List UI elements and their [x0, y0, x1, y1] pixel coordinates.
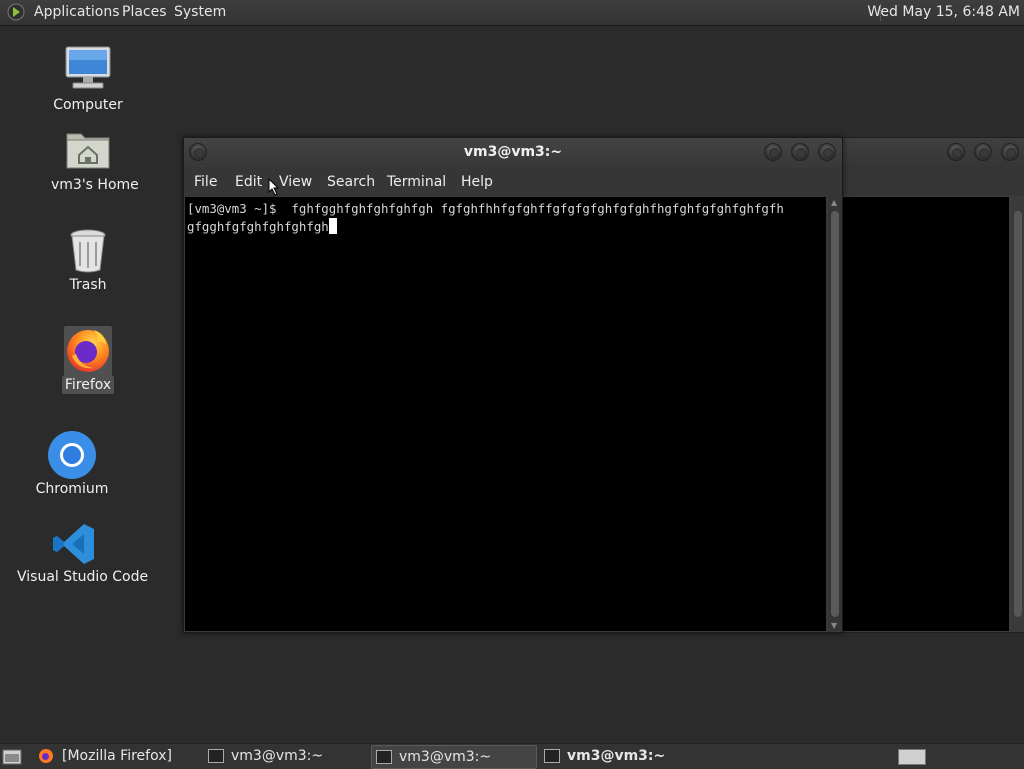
- desktop-icon-label: vm3's Home: [51, 177, 139, 193]
- desktop-icon-computer[interactable]: Computer: [48, 44, 128, 116]
- window-titlebar[interactable]: vm3@vm3:~: [184, 138, 842, 166]
- menu-help[interactable]: Help: [461, 174, 493, 190]
- scrollbar[interactable]: [1011, 197, 1024, 631]
- terminal-window[interactable]: vm3@vm3:~ File Edit View Search Terminal…: [183, 137, 843, 633]
- scrollbar[interactable]: ▲ ▼: [828, 197, 842, 631]
- task-label: vm3@vm3:~: [567, 748, 666, 764]
- desktop-icon-label: Computer: [53, 97, 123, 113]
- menu-view[interactable]: View: [279, 174, 312, 190]
- taskbar: [Mozilla Firefox] vm3@vm3:~ vm3@vm3:~ vm…: [0, 743, 1024, 769]
- window-menubar: [839, 166, 1024, 196]
- firefox-icon: [38, 748, 54, 768]
- vscode-icon: [52, 522, 96, 570]
- terminal-icon: [208, 749, 224, 763]
- terminal-output[interactable]: [vm3@vm3 ~]$ fghfgghfghfghfghfgh fgfghfh…: [185, 197, 826, 631]
- task-label: [Mozilla Firefox]: [62, 748, 172, 764]
- terminal-icon: [544, 749, 560, 763]
- window-titlebar[interactable]: [839, 138, 1024, 166]
- terminal-icon: [376, 750, 392, 764]
- desktop-icon-label: Trash: [69, 277, 107, 293]
- show-desktop-icon: [2, 749, 22, 765]
- desktop-icon-label: Firefox: [61, 376, 115, 394]
- desktop-icon-label: Chromium: [35, 481, 109, 497]
- task-terminal-2[interactable]: vm3@vm3:~: [371, 745, 537, 769]
- minimize-button[interactable]: [764, 143, 782, 161]
- show-desktop-button[interactable]: [2, 745, 24, 767]
- distro-logo-icon[interactable]: [7, 3, 25, 21]
- menu-places[interactable]: Places: [122, 4, 167, 20]
- terminal-line: [vm3@vm3 ~]$ fghfgghfghfghfghfgh fgfghfh…: [187, 201, 784, 216]
- task-label: vm3@vm3:~: [231, 748, 324, 764]
- task-label: vm3@vm3:~: [399, 749, 492, 765]
- desktop-icon-chromium[interactable]: Chromium: [32, 430, 112, 500]
- maximize-button[interactable]: [791, 143, 809, 161]
- scrollbar-thumb[interactable]: [1014, 211, 1022, 617]
- minimize-button[interactable]: [947, 143, 965, 161]
- menu-search[interactable]: Search: [327, 174, 375, 190]
- menu-edit[interactable]: Edit: [235, 174, 262, 190]
- scroll-up-arrow-icon[interactable]: ▲: [831, 198, 837, 207]
- menu-terminal[interactable]: Terminal: [387, 174, 446, 190]
- desktop-icon-trash[interactable]: Trash: [48, 228, 128, 296]
- task-firefox[interactable]: [Mozilla Firefox]: [36, 745, 194, 767]
- terminal-output[interactable]: [841, 197, 1009, 631]
- chromium-icon: [47, 430, 97, 484]
- workspace-switcher[interactable]: [898, 745, 926, 767]
- scroll-down-arrow-icon[interactable]: ▼: [831, 621, 837, 630]
- workspace-icon: [898, 749, 926, 765]
- terminal-line: gfgghfgfghfghfghfgh: [187, 218, 826, 236]
- task-terminal-3[interactable]: vm3@vm3:~: [540, 745, 700, 767]
- background-terminal-window[interactable]: [838, 137, 1024, 633]
- home-folder-icon: [65, 128, 111, 176]
- close-button[interactable]: [1001, 143, 1019, 161]
- menu-applications[interactable]: Applications: [34, 4, 120, 20]
- firefox-icon: [64, 326, 112, 378]
- terminal-menubar: File Edit View Search Terminal Help: [184, 167, 842, 197]
- scrollbar-thumb[interactable]: [831, 211, 839, 617]
- desktop-icon-home[interactable]: vm3's Home: [48, 128, 139, 196]
- task-terminal-1[interactable]: vm3@vm3:~: [204, 745, 364, 767]
- top-panel: Applications Places System Wed May 15, 6…: [0, 0, 1024, 26]
- terminal-line-text: gfgghfgfghfghfghfgh: [187, 219, 329, 234]
- window-title: vm3@vm3:~: [463, 144, 563, 160]
- desktop-icon-label: Visual Studio Code: [17, 569, 149, 585]
- computer-icon: [63, 44, 113, 98]
- maximize-button[interactable]: [974, 143, 992, 161]
- menu-system[interactable]: System: [174, 4, 226, 20]
- close-button[interactable]: [818, 143, 836, 161]
- desktop-icon-vscode[interactable]: Visual Studio Code: [14, 520, 148, 588]
- trash-icon: [68, 228, 108, 278]
- text-cursor: [328, 218, 337, 234]
- menu-file[interactable]: File: [194, 174, 217, 190]
- clock[interactable]: Wed May 15, 6:48 AM: [867, 4, 1020, 20]
- desktop-icon-firefox[interactable]: Firefox: [48, 326, 128, 394]
